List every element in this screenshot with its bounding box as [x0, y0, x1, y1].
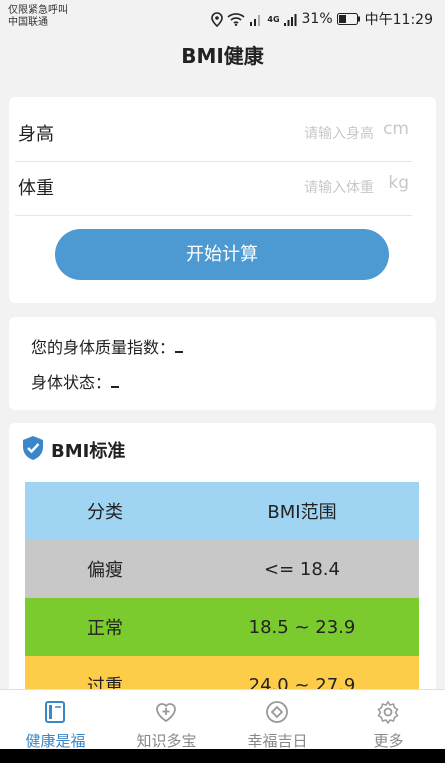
- weight-unit: kg: [388, 173, 409, 193]
- signal-icon-2: [283, 12, 298, 26]
- health-book-icon: [43, 700, 67, 724]
- tab-lucky-day-label: 幸福吉日: [247, 732, 308, 750]
- system-nav-bar: [0, 749, 445, 763]
- tab-more-label: 更多: [373, 732, 404, 750]
- header-category: 分类: [87, 502, 123, 523]
- bottom-tab-bar: 健康是福 知识多宝 幸福吉日 更多: [0, 689, 445, 750]
- signal-icon: [249, 12, 263, 26]
- carrier-info: 仅限紧急呼叫 中国联通: [8, 5, 68, 29]
- height-input[interactable]: 请输入身高: [304, 123, 374, 143]
- tab-health-label: 健康是福: [25, 732, 86, 750]
- table-row: 偏瘦 <= 18.4: [25, 540, 419, 598]
- state-value: [111, 374, 120, 388]
- gear-icon: [376, 700, 400, 725]
- carrier-line2: 中国联通: [8, 17, 48, 28]
- bmi-label: 您的身体质量指数：: [31, 338, 176, 357]
- tab-more[interactable]: 更多: [333, 690, 444, 750]
- tab-knowledge[interactable]: 知识多宝: [111, 690, 222, 750]
- status-icons: 4G 31% 中午11:29: [211, 9, 433, 29]
- battery-percent: 31%: [301, 11, 333, 27]
- wifi-icon: [227, 12, 245, 26]
- weight-input[interactable]: 请输入体重: [304, 177, 374, 197]
- standard-card: BMI标准 分类 BMI范围 偏瘦 <= 18.4 正常 18.5 ~ 23.9…: [9, 423, 436, 714]
- status-bar: 仅限紧急呼叫 中国联通 4G 31% 中午11:29: [0, 0, 445, 34]
- tab-lucky-day[interactable]: 幸福吉日: [222, 690, 333, 750]
- row-range: <= 18.4: [264, 558, 340, 580]
- tab-knowledge-label: 知识多宝: [136, 732, 197, 750]
- header-range: BMI范围: [267, 502, 337, 523]
- state-label: 身体状态：: [31, 373, 112, 392]
- carrier-line1: 仅限紧急呼叫: [8, 5, 68, 16]
- battery-icon: [336, 13, 361, 25]
- standard-header: BMI标准: [21, 435, 125, 465]
- calculate-button[interactable]: 开始计算: [55, 229, 389, 280]
- height-row[interactable]: 身高 请输入身高 cm: [15, 108, 412, 162]
- network-type: 4G: [267, 14, 280, 24]
- heart-plus-icon: [154, 700, 178, 724]
- height-label: 身高: [18, 124, 54, 145]
- result-card: 您的身体质量指数： 身体状态：: [9, 317, 436, 410]
- bmi-result: 您的身体质量指数：: [31, 334, 184, 358]
- bmi-table: 分类 BMI范围 偏瘦 <= 18.4 正常 18.5 ~ 23.9 过重 24…: [25, 482, 419, 714]
- table-header-row: 分类 BMI范围: [25, 482, 419, 540]
- row-category: 正常: [87, 618, 123, 639]
- row-category: 偏瘦: [87, 560, 123, 581]
- row-range: 18.5 ~ 23.9: [248, 616, 356, 638]
- clock: 中午11:29: [364, 12, 433, 28]
- weight-label: 体重: [18, 178, 54, 199]
- shield-check-icon: [21, 435, 45, 465]
- location-icon: [211, 11, 224, 27]
- weight-row[interactable]: 体重 请输入体重 kg: [15, 162, 412, 216]
- height-unit: cm: [383, 119, 409, 139]
- tab-health[interactable]: 健康是福: [0, 690, 111, 750]
- bmi-value: [175, 339, 184, 353]
- state-result: 身体状态：: [31, 369, 120, 393]
- app-header: BMI健康: [0, 34, 445, 84]
- target-icon: [265, 700, 289, 724]
- table-row: 正常 18.5 ~ 23.9: [25, 598, 419, 656]
- page-title: BMI健康: [181, 44, 264, 68]
- standard-title: BMI标准: [51, 441, 126, 462]
